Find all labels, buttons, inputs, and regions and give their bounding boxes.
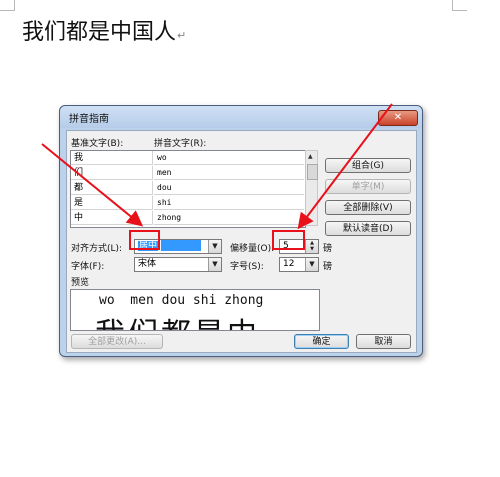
annotation-arrows <box>41 103 393 230</box>
annotation-arrow-left <box>41 143 144 227</box>
annotation-arrow-right <box>297 103 393 230</box>
